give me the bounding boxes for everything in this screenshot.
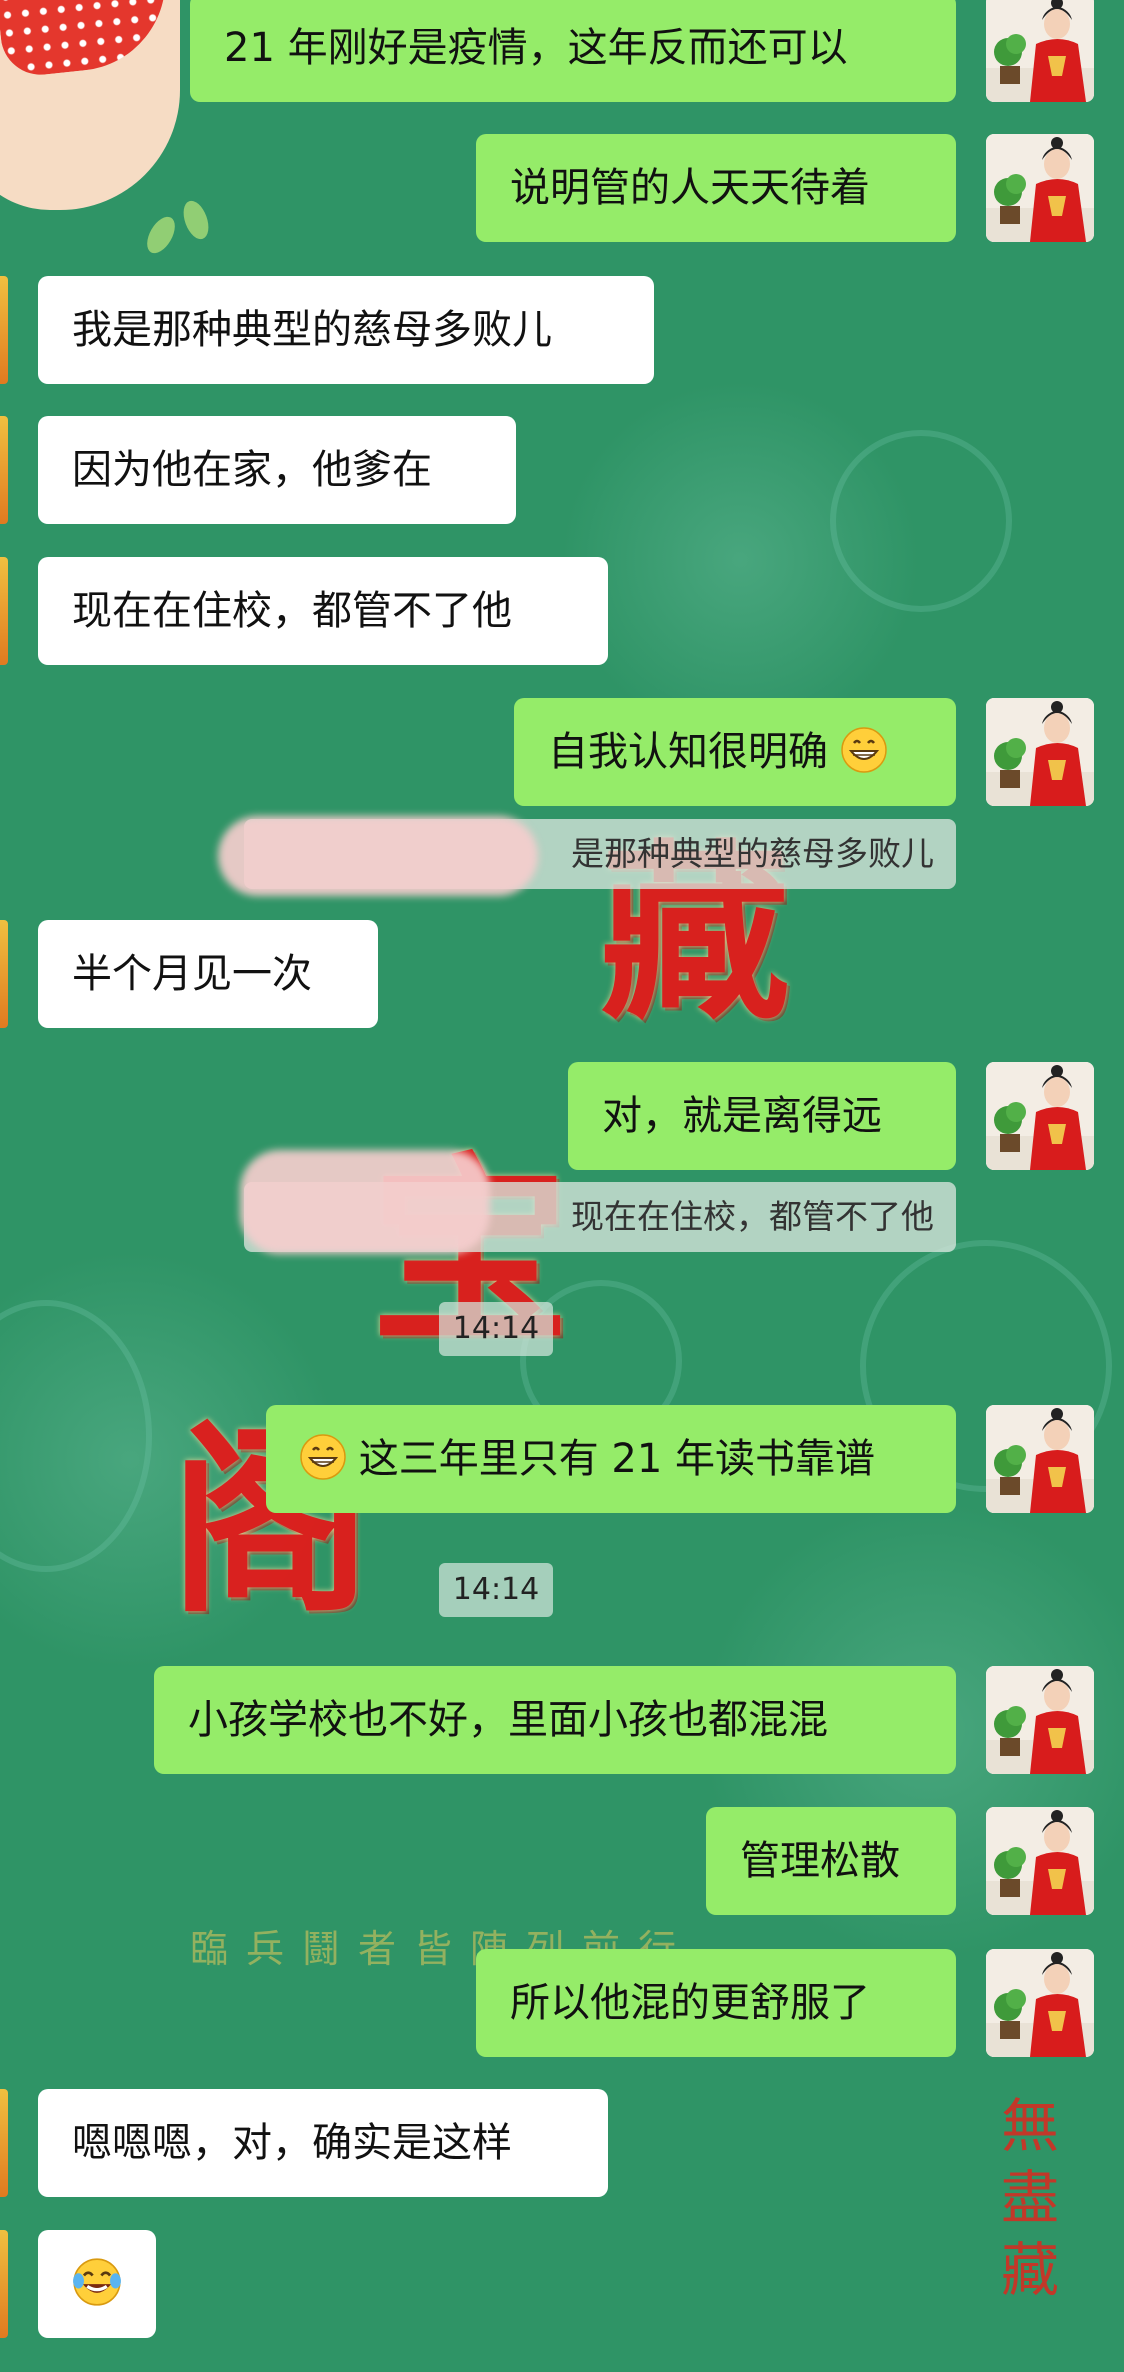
chat-screen: 藏 宝 阁 臨兵鬪者皆陣列前行 無盡藏 21 年刚好是疫情，这年反而还可以 说明… bbox=[0, 0, 1124, 2372]
redacted-name bbox=[218, 816, 538, 896]
avatar[interactable] bbox=[986, 0, 1094, 102]
message-bubble[interactable]: 小孩学校也不好，里面小孩也都混混 bbox=[154, 1666, 956, 1774]
avatar[interactable] bbox=[0, 2230, 8, 2338]
cartoon-pig-sticker bbox=[0, 0, 210, 240]
avatar[interactable] bbox=[0, 416, 8, 524]
message-text: 自我认知很明确 bbox=[548, 729, 828, 775]
tears-of-joy-face-icon bbox=[73, 2258, 121, 2306]
message-bubble[interactable] bbox=[38, 2230, 156, 2338]
message-timestamp: 14:14 bbox=[439, 1563, 553, 1617]
message-bubble[interactable]: 管理松散 bbox=[706, 1807, 956, 1915]
leaf-decoration bbox=[178, 197, 214, 243]
message-bubble[interactable]: 这三年里只有 21 年读书靠谱 bbox=[266, 1405, 956, 1513]
avatar[interactable] bbox=[0, 276, 8, 384]
avatar[interactable] bbox=[0, 920, 8, 1028]
message-bubble[interactable]: 自我认知很明确 bbox=[514, 698, 956, 806]
message-bubble[interactable]: 嗯嗯嗯，对，确实是这样 bbox=[38, 2089, 608, 2197]
avatar[interactable] bbox=[986, 1405, 1094, 1513]
wallpaper-ornament bbox=[830, 430, 1012, 612]
avatar[interactable] bbox=[0, 2089, 8, 2197]
message-bubble[interactable]: 所以他混的更舒服了 bbox=[476, 1949, 956, 2057]
message-timestamp: 14:14 bbox=[439, 1302, 553, 1356]
avatar[interactable] bbox=[986, 1807, 1094, 1915]
wallpaper-vertical-text: 無盡藏 bbox=[1000, 2092, 1059, 2304]
wallpaper-ornament bbox=[0, 1300, 152, 1572]
message-text: 这三年里只有 21 年读书靠谱 bbox=[358, 1436, 876, 1482]
avatar[interactable] bbox=[986, 1666, 1094, 1774]
avatar[interactable] bbox=[986, 698, 1094, 806]
redacted-name bbox=[240, 1150, 490, 1254]
leaf-decoration bbox=[141, 212, 181, 258]
wallpaper-glow bbox=[560, 380, 920, 740]
message-bubble[interactable]: 半个月见一次 bbox=[38, 920, 378, 1028]
avatar[interactable] bbox=[986, 1949, 1094, 2057]
avatar[interactable] bbox=[0, 557, 8, 665]
avatar[interactable] bbox=[986, 134, 1094, 242]
grinning-face-icon bbox=[840, 727, 887, 773]
grinning-face-icon bbox=[300, 1434, 346, 1480]
message-bubble[interactable]: 现在在住校，都管不了他 bbox=[38, 557, 608, 665]
message-bubble[interactable]: 因为他在家，他爹在 bbox=[38, 416, 516, 524]
message-bubble[interactable]: 21 年刚好是疫情，这年反而还可以 bbox=[190, 0, 956, 102]
avatar[interactable] bbox=[986, 1062, 1094, 1170]
message-bubble[interactable]: 我是那种典型的慈母多败儿 bbox=[38, 276, 654, 384]
message-bubble[interactable]: 说明管的人天天待着 bbox=[476, 134, 956, 242]
message-bubble[interactable]: 对，就是离得远 bbox=[568, 1062, 956, 1170]
